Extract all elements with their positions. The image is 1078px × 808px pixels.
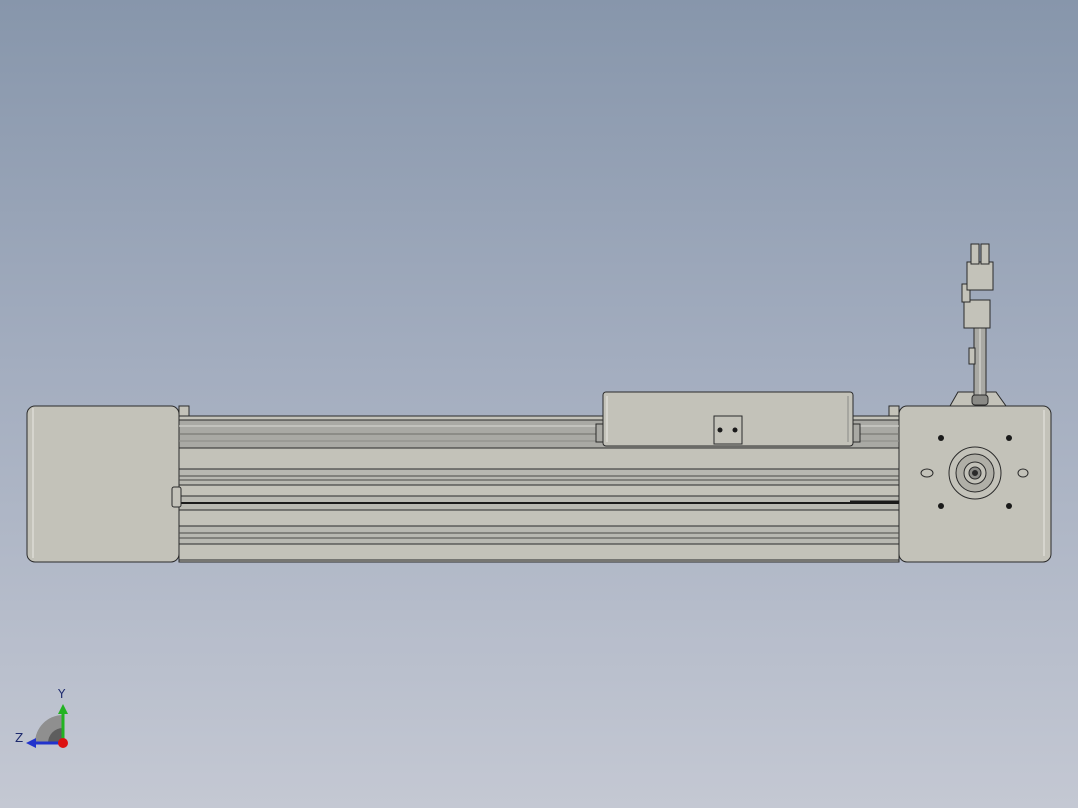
t-slot-lower (178, 525, 900, 545)
sensor-cable-assembly[interactable] (949, 243, 1007, 407)
cad-viewport[interactable]: Y Z (0, 0, 1078, 808)
linear-actuator[interactable] (26, 243, 1052, 563)
triad-z-label: Z (15, 731, 24, 745)
model-scene[interactable] (0, 0, 1078, 808)
triad-y-label: Y (58, 687, 66, 701)
carriage[interactable] (595, 391, 861, 447)
t-slot-upper (178, 468, 900, 486)
x-axis-dot (58, 738, 68, 748)
left-end-cap[interactable] (26, 405, 180, 563)
orientation-triad (26, 704, 68, 748)
